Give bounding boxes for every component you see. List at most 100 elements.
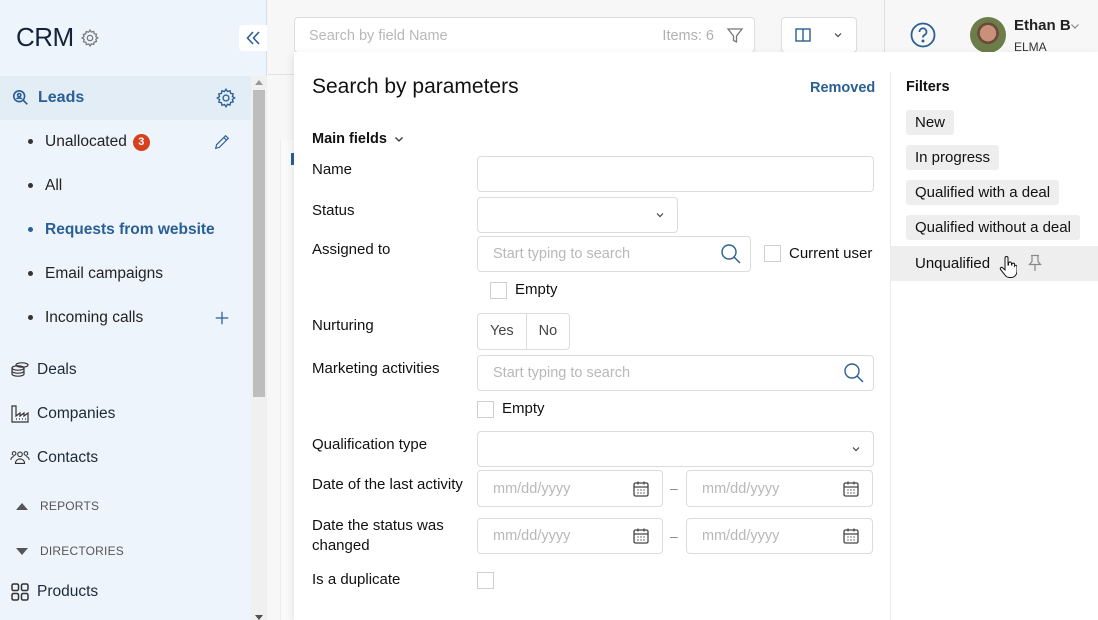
sidebar-item-label: Deals <box>37 361 77 378</box>
sidebar-item-leads[interactable]: Leads <box>0 76 251 120</box>
collapse-sidebar-button[interactable] <box>239 25 267 51</box>
search-input[interactable]: Search by field Name Items: 6 <box>294 17 755 53</box>
filter-chip-unqualified[interactable]: Unqualified <box>891 246 1098 281</box>
last-activity-label: Date of the last activity <box>312 476 463 493</box>
calendar-icon[interactable] <box>842 480 860 498</box>
sidebar: CRM Leads Unallocated 3 All Requests from… <box>0 0 267 620</box>
chevron-down-icon <box>834 33 842 38</box>
double-chevron-left-icon <box>246 31 260 45</box>
section-label: REPORTS <box>40 499 100 513</box>
scrollbar-thumb[interactable] <box>253 90 265 397</box>
sidebar-item-deals[interactable]: Deals <box>0 348 251 392</box>
last-activity-from-input[interactable]: mm/dd/yyyy <box>477 470 663 507</box>
people-icon <box>10 451 30 464</box>
help-icon[interactable] <box>910 22 936 48</box>
columns-icon <box>795 28 811 42</box>
section-label: DIRECTORIES <box>40 544 124 558</box>
current-user-label: Current user <box>789 245 873 262</box>
sidebar-nav: Leads Unallocated 3 All Requests from web… <box>0 76 251 620</box>
sidebar-item-products[interactable]: Products <box>0 570 251 614</box>
marketing-activities-input[interactable]: Start typing to search <box>477 355 874 391</box>
sidebar-item-requests-from-website[interactable]: Requests from website <box>0 208 251 252</box>
main-fields-toggle[interactable]: Main fields <box>312 131 404 147</box>
pencil-icon[interactable] <box>213 133 231 151</box>
sidebar-scrollbar[interactable] <box>251 76 267 620</box>
grid-icon <box>11 583 29 601</box>
lead-search-icon <box>12 89 28 105</box>
hand-cursor-icon <box>999 256 1017 278</box>
section-reports[interactable]: REPORTS <box>0 491 251 521</box>
status-changed-to-input[interactable]: mm/dd/yyyy <box>686 518 873 554</box>
chevron-down-icon[interactable] <box>1070 21 1080 31</box>
calendar-icon[interactable] <box>632 480 650 498</box>
chevron-down-icon <box>656 213 664 218</box>
marketing-empty-checkbox[interactable] <box>477 401 494 418</box>
sidebar-item-label: Email campaigns <box>45 265 164 282</box>
marketing-activities-label: Marketing activities <box>312 360 440 377</box>
bullet <box>28 139 33 144</box>
assigned-to-empty-checkbox[interactable] <box>490 282 507 299</box>
chevron-down-icon <box>852 447 860 452</box>
bullet <box>28 183 33 188</box>
scroll-down-arrow-icon[interactable] <box>255 615 263 620</box>
collapse-triangle-icon <box>16 502 28 510</box>
filter-chip-new[interactable]: New <box>906 110 955 135</box>
is-duplicate-checkbox[interactable] <box>477 572 494 589</box>
plus-icon[interactable] <box>213 309 231 327</box>
date-placeholder: mm/dd/yyyy <box>702 528 780 544</box>
removed-link[interactable]: Removed <box>810 80 875 96</box>
nurturing-label: Nurturing <box>312 317 374 334</box>
filter-chip-qualified-without-deal[interactable]: Qualified without a deal <box>906 215 1080 240</box>
sidebar-item-label: All <box>45 177 63 194</box>
range-separator: – <box>670 480 678 496</box>
filter-funnel-icon[interactable] <box>726 27 744 45</box>
chevron-down-icon <box>394 137 403 142</box>
sidebar-item-contacts[interactable]: Contacts <box>0 436 251 480</box>
search-icon[interactable] <box>843 362 865 384</box>
factory-icon <box>11 405 29 423</box>
search-icon[interactable] <box>720 243 742 265</box>
expand-triangle-icon <box>16 547 28 555</box>
app-header: CRM <box>16 22 100 53</box>
sidebar-item-email-campaigns[interactable]: Email campaigns <box>0 252 251 296</box>
status-changed-from-input[interactable]: mm/dd/yyyy <box>477 518 663 554</box>
scroll-up-arrow-icon[interactable] <box>255 80 263 85</box>
marketing-activities-placeholder: Start typing to search <box>493 365 631 381</box>
current-user-checkbox[interactable] <box>764 245 781 262</box>
qualification-type-select[interactable] <box>477 431 874 467</box>
nurturing-yes-button[interactable]: Yes <box>478 314 526 349</box>
status-label: Status <box>312 202 355 219</box>
sidebar-item-label: Contacts <box>37 449 99 466</box>
calendar-icon[interactable] <box>632 527 650 545</box>
bullet <box>28 315 33 320</box>
items-count: Items: 6 <box>662 28 714 44</box>
status-select[interactable] <box>477 197 678 233</box>
last-activity-to-input[interactable]: mm/dd/yyyy <box>686 470 873 507</box>
filter-chip-in-progress[interactable]: In progress <box>906 145 1000 170</box>
user-name[interactable]: Ethan B <box>1014 17 1071 34</box>
search-parameters-popup: Search by parameters Removed Main fields… <box>294 52 1098 620</box>
avatar[interactable] <box>970 17 1006 53</box>
section-directories[interactable]: DIRECTORIES <box>0 536 251 566</box>
name-input[interactable] <box>477 156 874 192</box>
sidebar-item-label: Requests from website <box>45 221 215 238</box>
app-title: CRM <box>16 22 74 52</box>
sidebar-item-incoming-calls[interactable]: Incoming calls <box>0 296 251 340</box>
view-mode-button[interactable] <box>781 17 857 53</box>
pin-icon[interactable] <box>1027 254 1043 272</box>
sidebar-item-label: Unallocated <box>45 133 127 150</box>
settings-gear-icon[interactable] <box>80 28 100 48</box>
leads-settings-icon[interactable] <box>215 87 237 109</box>
search-placeholder: Search by field Name <box>309 28 448 44</box>
filter-chip-qualified-with-deal[interactable]: Qualified with a deal <box>906 180 1060 205</box>
assigned-to-empty-label: Empty <box>515 281 558 298</box>
sidebar-item-all[interactable]: All <box>0 164 251 208</box>
sidebar-item-unallocated[interactable]: Unallocated 3 <box>0 120 251 164</box>
name-label: Name <box>312 161 353 178</box>
range-separator: – <box>670 528 678 544</box>
nurturing-no-button[interactable]: No <box>525 314 570 349</box>
date-placeholder: mm/dd/yyyy <box>702 480 780 497</box>
sidebar-item-companies[interactable]: Companies <box>0 392 251 436</box>
assigned-to-input[interactable]: Start typing to search <box>477 236 751 272</box>
calendar-icon[interactable] <box>842 527 860 545</box>
